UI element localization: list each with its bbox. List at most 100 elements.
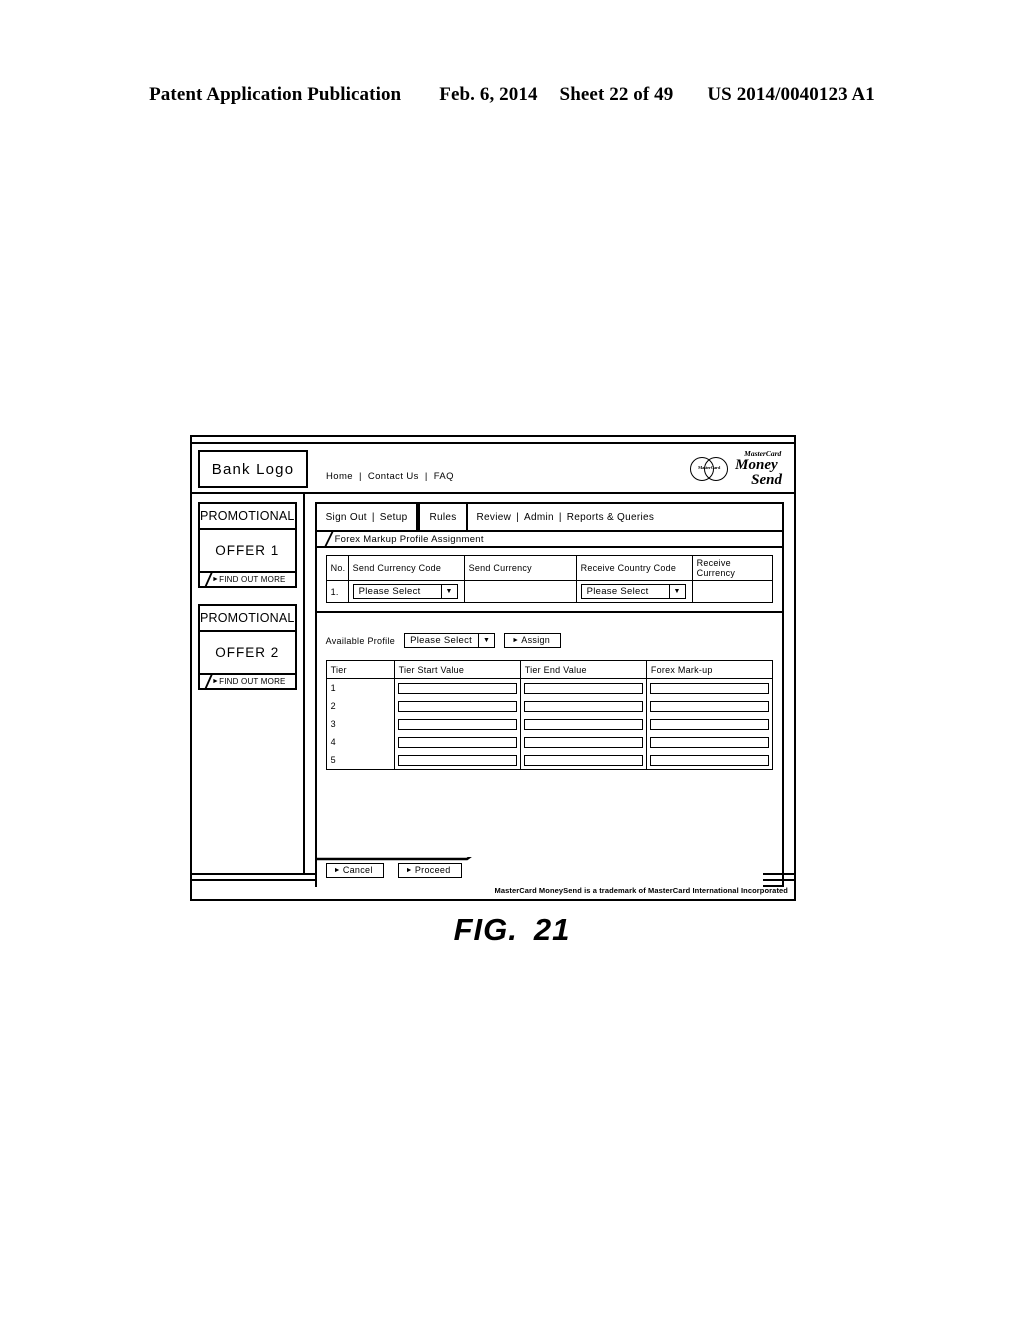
promo-1-cta-label: FIND OUT MORE	[219, 575, 286, 584]
receive-country-code-select[interactable]: Please Select ▼	[580, 584, 686, 599]
brand-line-2: Money	[735, 456, 778, 473]
available-profile-select[interactable]: Please Select ▼	[404, 633, 496, 648]
col-header-no: No.	[325, 555, 349, 581]
cell-tier-end-value	[519, 715, 647, 733]
cell-tier-end-value	[519, 697, 647, 715]
profile-and-tiers-section: Available Profile Please Select ▼ ► Assig…	[317, 613, 782, 770]
tab-reports-and-queries[interactable]: Reports & Queries	[567, 512, 654, 523]
cell-send-currency-code: Please Select ▼	[347, 580, 465, 603]
tier-start-value-input[interactable]	[397, 718, 517, 730]
main-content: Sign Out | Setup Rules Review | Admin |	[305, 494, 794, 887]
table-row: 2	[325, 697, 774, 715]
tier-start-value-input[interactable]	[397, 682, 517, 694]
tier-end-value-input[interactable]	[523, 754, 643, 766]
cell-forex-markup	[645, 733, 774, 751]
nav-link-home[interactable]: Home	[326, 471, 353, 482]
col-header-tier-end-value: Tier End Value	[519, 660, 647, 679]
patent-page-header: Patent Application Publication Feb. 6, 2…	[0, 84, 1024, 106]
publication-label: Patent Application Publication	[149, 84, 402, 105]
tab-admin[interactable]: Admin	[524, 512, 554, 523]
tier-number: 2	[325, 697, 395, 715]
cell-receive-currency	[691, 580, 774, 603]
triangle-right-icon: ►	[405, 866, 413, 874]
bank-logo-text: Bank Logo	[211, 460, 295, 478]
cell-tier-start-value	[393, 715, 521, 733]
tier-number: 4	[325, 733, 395, 751]
currency-table-header-row: No. Send Currency Code Send Currency Rec…	[325, 555, 774, 581]
tier-start-value-input[interactable]	[397, 736, 517, 748]
bank-logo: Bank Logo	[198, 450, 308, 488]
publication-date: Feb. 6, 2014	[439, 84, 538, 105]
window-body: Bank Logo Home | Contact Us | FAQ Master…	[192, 446, 794, 899]
tab-group-account: Sign Out | Setup	[317, 504, 419, 530]
cell-tier-start-value	[393, 678, 521, 697]
tier-number: 1	[325, 678, 395, 697]
promo-2-title: PROMOTIONAL	[200, 606, 295, 632]
promo-2-offer: OFFER 2	[215, 645, 280, 660]
tab-setup[interactable]: Setup	[380, 512, 408, 523]
table-row: 1	[325, 678, 774, 697]
tier-number: 3	[325, 715, 395, 733]
chevron-down-icon: ▼	[478, 634, 494, 647]
subtab-label: Forex Markup Profile Assignment	[334, 533, 484, 545]
cell-receive-country-code: Please Select ▼	[575, 580, 693, 603]
figure-number: 21	[533, 912, 571, 947]
col-header-forex-mark-up: Forex Mark-up	[645, 660, 774, 679]
nav-link-contact-us[interactable]: Contact Us	[368, 471, 419, 482]
forex-markup-input[interactable]	[649, 718, 769, 730]
tier-end-value-input[interactable]	[523, 682, 643, 694]
cell-forex-markup	[645, 697, 774, 715]
ui-mockup-frame: Bank Logo Home | Contact Us | FAQ Master…	[190, 435, 796, 901]
col-header-receive-currency: Receive Currency	[691, 555, 774, 581]
nav-separator: |	[358, 471, 362, 482]
cancel-button[interactable]: ► Cancel	[325, 863, 384, 878]
assign-button-label: Assign	[521, 635, 551, 645]
table-row: 3	[325, 715, 774, 733]
tab-separator: |	[516, 511, 520, 523]
forex-markup-input[interactable]	[649, 682, 769, 694]
available-profile-label: Available Profile	[325, 635, 396, 646]
tab-sign-out[interactable]: Sign Out	[326, 512, 367, 523]
forex-markup-panel: Sign Out | Setup Rules Review | Admin |	[314, 502, 784, 887]
forex-markup-input[interactable]	[649, 700, 769, 712]
triangle-right-icon: ►	[333, 866, 341, 874]
forex-markup-input[interactable]	[649, 736, 769, 748]
table-row: 4	[325, 733, 774, 751]
promo-1-find-out-more-button[interactable]: ►FIND OUT MORE	[200, 571, 295, 586]
col-header-send-currency: Send Currency	[463, 555, 577, 581]
send-currency-code-select[interactable]: Please Select ▼	[352, 584, 458, 599]
forex-markup-input[interactable]	[649, 754, 769, 766]
send-currency-code-value: Please Select	[358, 586, 421, 597]
tier-start-value-input[interactable]	[397, 700, 517, 712]
cell-tier-start-value	[393, 733, 521, 751]
brand-line-3: Send	[751, 471, 782, 488]
col-header-tier-start-value: Tier Start Value	[393, 660, 521, 679]
patent-number: US 2014/0040123 A1	[707, 84, 875, 105]
panel-action-buttons: ► Cancel ► Proceed	[325, 863, 462, 878]
cell-send-currency	[463, 580, 577, 603]
chevron-down-icon: ▼	[440, 585, 457, 598]
cell-tier-end-value	[519, 751, 647, 770]
nav-link-faq[interactable]: FAQ	[434, 471, 454, 482]
cell-tier-end-value	[519, 733, 647, 751]
tab-separator: |	[371, 511, 375, 523]
cell-forex-markup	[645, 678, 774, 697]
mastercard-moneysend-brand: MasterCard MasterCard Money Send	[690, 446, 794, 492]
table-row: 5	[325, 751, 774, 770]
sheet-number: Sheet 22 of 49	[559, 84, 674, 105]
subtab-forex-markup-profile-assignment[interactable]: Forex Markup Profile Assignment	[316, 530, 782, 548]
tier-table: Tier Tier Start Value Tier End Value For…	[325, 660, 774, 770]
tier-start-value-input[interactable]	[397, 754, 517, 766]
tab-rules[interactable]: Rules	[418, 504, 468, 530]
col-header-tier: Tier	[325, 660, 395, 679]
tier-end-value-input[interactable]	[523, 718, 643, 730]
proceed-button[interactable]: ► Proceed	[397, 863, 462, 878]
cell-tier-start-value	[393, 697, 521, 715]
tier-end-value-input[interactable]	[523, 736, 643, 748]
assign-button[interactable]: ► Assign	[504, 633, 562, 648]
available-profile-value: Please Select	[410, 635, 473, 646]
promo-2-find-out-more-button[interactable]: ►FIND OUT MORE	[200, 673, 295, 688]
tab-review[interactable]: Review	[477, 512, 512, 523]
tier-end-value-input[interactable]	[523, 700, 643, 712]
cancel-button-label: Cancel	[342, 865, 373, 875]
